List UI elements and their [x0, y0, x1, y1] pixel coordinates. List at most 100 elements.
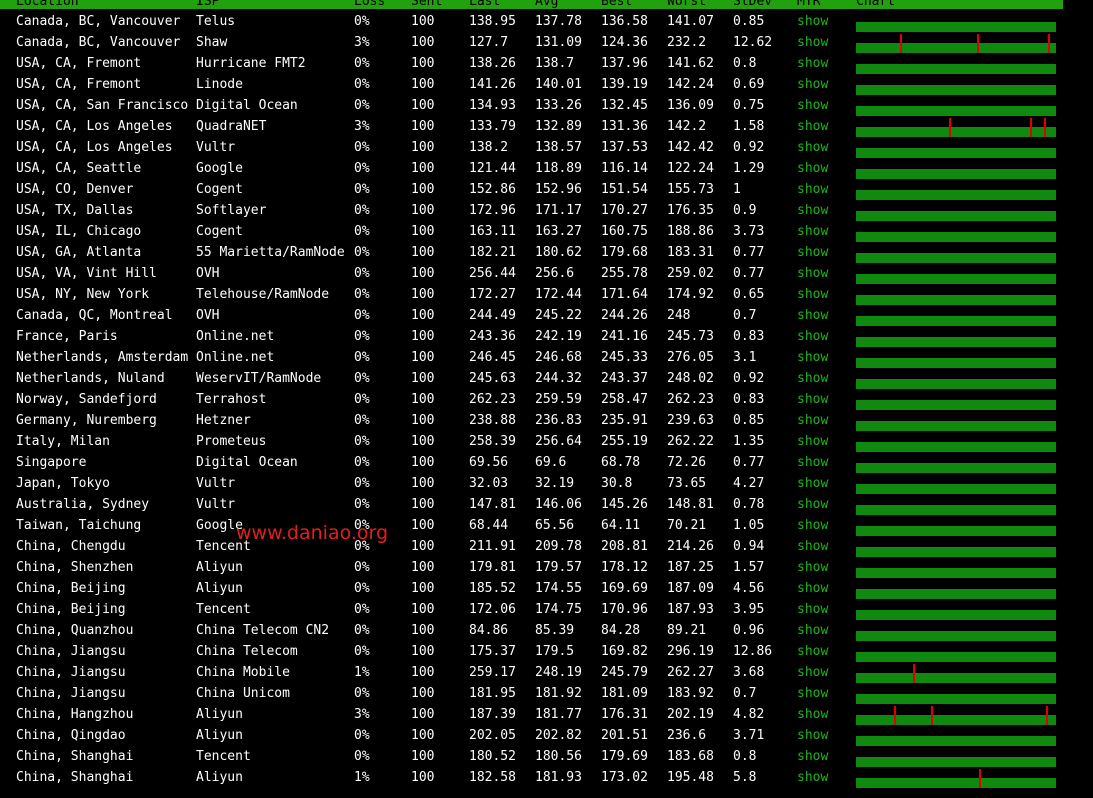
- mtr-show-link[interactable]: show: [797, 620, 828, 641]
- mtr-show-link[interactable]: show: [797, 116, 828, 137]
- cell-worst: 142.24: [667, 77, 714, 92]
- mtr-show-link[interactable]: show: [797, 284, 828, 305]
- cell-best: 245.79: [601, 665, 648, 680]
- cell-last: 172.27: [469, 287, 516, 302]
- cell-avg: 179.5: [535, 644, 575, 659]
- table-row: China, Shenzhen Aliyun 0% 100 179.81 179.57 17…: [0, 557, 1063, 578]
- mtr-show-link[interactable]: show: [797, 557, 828, 578]
- cell-loss: 3%: [354, 35, 370, 50]
- mtr-show-link[interactable]: show: [797, 221, 828, 242]
- cell-loss: 0%: [354, 161, 370, 176]
- chart-loss-spike: [913, 664, 915, 683]
- cell-isp: Telehouse/RamNode: [196, 287, 330, 302]
- mtr-show-link[interactable]: show: [797, 53, 828, 74]
- cell-worst: 187.93: [667, 602, 714, 617]
- mtr-show-link[interactable]: show: [797, 746, 828, 767]
- table-row: USA, TX, Dallas Softlayer 0% 100 172.96 171.1…: [0, 200, 1063, 221]
- cell-avg: 181.93: [535, 770, 582, 785]
- cell-worst: 239.63: [667, 413, 714, 428]
- cell-loss: 3%: [354, 119, 370, 134]
- chart-bar: [856, 652, 1056, 662]
- cell-last: 238.88: [469, 413, 516, 428]
- chart-bar: [856, 358, 1056, 368]
- table-row: Australia, Sydney Vultr 0% 100 147.81 146.06 1…: [0, 494, 1063, 515]
- cell-isp: Tencent: [196, 602, 251, 617]
- cell-best: 170.27: [601, 203, 648, 218]
- cell-avg: 137.78: [535, 14, 582, 29]
- cell-isp: Vultr: [196, 140, 236, 155]
- mtr-show-link[interactable]: show: [797, 305, 828, 326]
- mtr-show-link[interactable]: show: [797, 494, 828, 515]
- mtr-show-link[interactable]: show: [797, 515, 828, 536]
- cell-isp: Linode: [196, 77, 243, 92]
- cell-sent: 100: [411, 287, 435, 302]
- chart-bar: [856, 484, 1056, 494]
- mtr-show-link[interactable]: show: [797, 725, 828, 746]
- mtr-show-link[interactable]: show: [797, 578, 828, 599]
- cell-best: 137.53: [601, 140, 648, 155]
- cell-sent: 100: [411, 686, 435, 701]
- mtr-show-link[interactable]: show: [797, 158, 828, 179]
- cell-location: China, Chengdu: [16, 539, 126, 554]
- cell-sent: 100: [411, 392, 435, 407]
- cell-last: 68.44: [469, 518, 509, 533]
- mtr-show-link[interactable]: show: [797, 263, 828, 284]
- cell-loss: 0%: [354, 413, 370, 428]
- cell-last: 182.58: [469, 770, 516, 785]
- cell-stdev: 1.05: [733, 518, 765, 533]
- cell-avg: 242.19: [535, 329, 582, 344]
- mtr-show-link[interactable]: show: [797, 242, 828, 263]
- cell-loss: 0%: [354, 350, 370, 365]
- chart-bar: [856, 211, 1056, 221]
- cell-avg: 256.64: [535, 434, 582, 449]
- cell-stdev: 0.92: [733, 371, 765, 386]
- mtr-show-link[interactable]: show: [797, 74, 828, 95]
- cell-loss: 0%: [354, 287, 370, 302]
- latency-chart: [856, 169, 1056, 179]
- chart-bar: [856, 169, 1056, 179]
- mtr-show-link[interactable]: show: [797, 704, 828, 725]
- cell-isp: Aliyun: [196, 770, 243, 785]
- cell-loss: 0%: [354, 749, 370, 764]
- cell-last: 163.11: [469, 224, 516, 239]
- cell-best: 243.37: [601, 371, 648, 386]
- cell-avg: 140.01: [535, 77, 582, 92]
- mtr-show-link[interactable]: show: [797, 431, 828, 452]
- cell-avg: 236.83: [535, 413, 582, 428]
- mtr-show-link[interactable]: show: [797, 32, 828, 53]
- mtr-show-link[interactable]: show: [797, 410, 828, 431]
- chart-bar: [856, 694, 1056, 704]
- mtr-show-link[interactable]: show: [797, 641, 828, 662]
- cell-last: 138.26: [469, 56, 516, 71]
- mtr-show-link[interactable]: show: [797, 662, 828, 683]
- mtr-show-link[interactable]: show: [797, 599, 828, 620]
- mtr-show-link[interactable]: show: [797, 137, 828, 158]
- cell-loss: 0%: [354, 623, 370, 638]
- mtr-show-link[interactable]: show: [797, 95, 828, 116]
- cell-location: USA, CA, Los Angeles: [16, 119, 173, 134]
- mtr-show-link[interactable]: show: [797, 536, 828, 557]
- mtr-show-link[interactable]: show: [797, 368, 828, 389]
- cell-stdev: 0.9: [733, 203, 757, 218]
- mtr-show-link[interactable]: show: [797, 179, 828, 200]
- mtr-show-link[interactable]: show: [797, 683, 828, 704]
- cell-sent: 100: [411, 455, 435, 470]
- cell-best: 201.51: [601, 728, 648, 743]
- mtr-show-link[interactable]: show: [797, 473, 828, 494]
- cell-loss: 0%: [354, 434, 370, 449]
- cell-best: 241.16: [601, 329, 648, 344]
- chart-bar: [856, 442, 1056, 452]
- chart-bar: [856, 295, 1056, 305]
- cell-isp: Tencent: [196, 749, 251, 764]
- cell-avg: 244.32: [535, 371, 582, 386]
- mtr-show-link[interactable]: show: [797, 389, 828, 410]
- cell-isp: Vultr: [196, 497, 236, 512]
- mtr-show-link[interactable]: show: [797, 326, 828, 347]
- mtr-show-link[interactable]: show: [797, 200, 828, 221]
- mtr-show-link[interactable]: show: [797, 452, 828, 473]
- cell-avg: 163.27: [535, 224, 582, 239]
- mtr-show-link[interactable]: show: [797, 11, 828, 32]
- mtr-show-link[interactable]: show: [797, 767, 828, 788]
- mtr-show-link[interactable]: show: [797, 347, 828, 368]
- cell-worst: 183.68: [667, 749, 714, 764]
